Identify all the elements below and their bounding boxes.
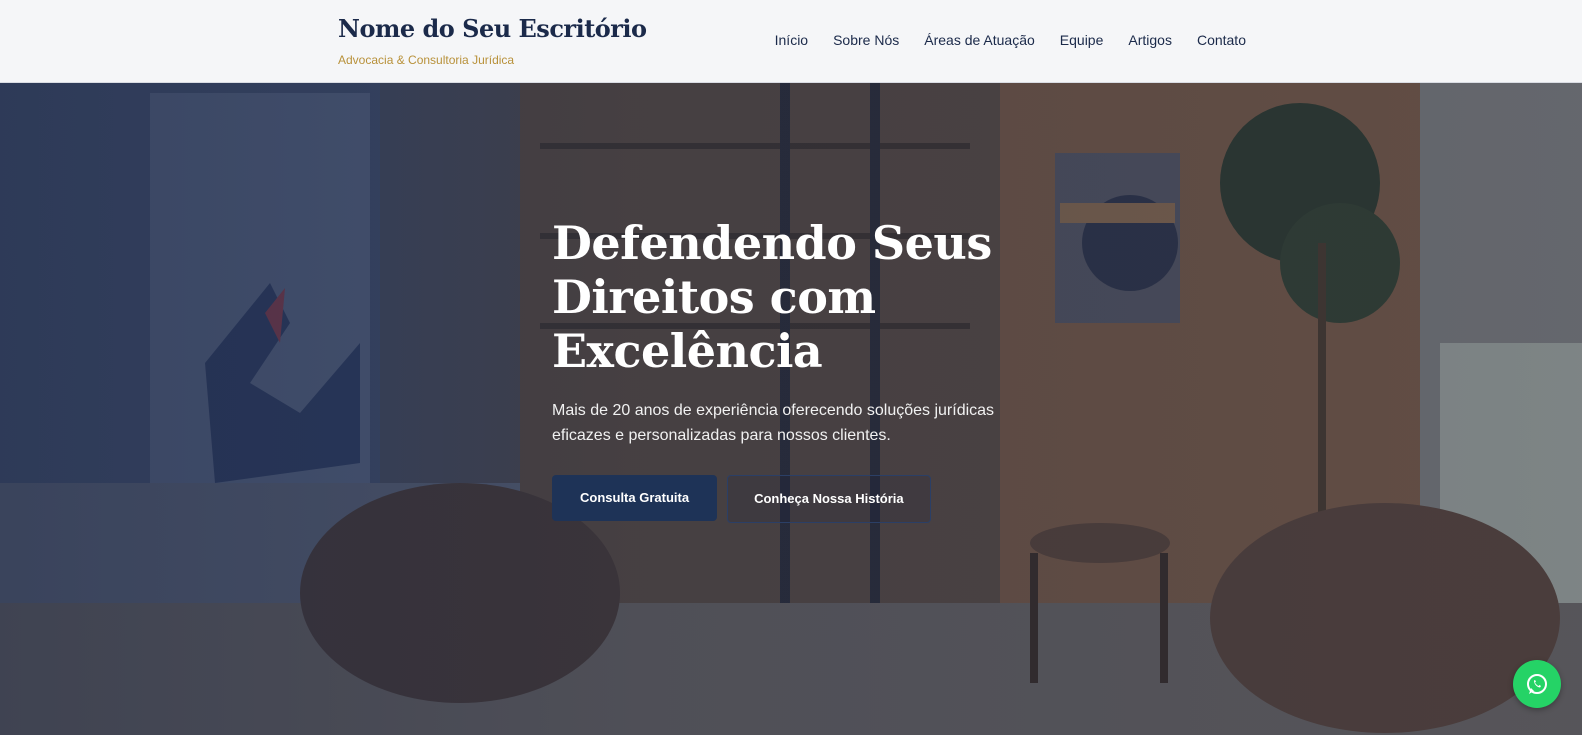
- our-history-button[interactable]: Conheça Nossa História: [727, 475, 931, 523]
- nav-artigos[interactable]: Artigos: [1128, 32, 1172, 48]
- nav-contato[interactable]: Contato: [1197, 32, 1246, 48]
- whatsapp-icon: [1527, 674, 1547, 694]
- brand-name[interactable]: Nome do Seu Escritório: [338, 14, 647, 43]
- nav-sobre-nos[interactable]: Sobre Nós: [833, 32, 899, 48]
- nav-equipe[interactable]: Equipe: [1060, 32, 1104, 48]
- free-consultation-button[interactable]: Consulta Gratuita: [552, 475, 718, 521]
- hero-title-line-3: Excelência: [552, 324, 823, 378]
- main-nav: Início Sobre Nós Áreas de Atuação Equipe…: [750, 32, 1246, 48]
- whatsapp-button[interactable]: [1513, 660, 1561, 708]
- brand-tagline: Advocacia & Consultoria Jurídica: [338, 53, 515, 67]
- site-header: Nome do Seu Escritório Advocacia & Consu…: [0, 0, 1582, 83]
- hero-title-line-2: Direitos com: [552, 270, 876, 324]
- hero-title-line-1: Defendendo Seus: [552, 216, 992, 270]
- hero-buttons: Consulta Gratuita Conheça Nossa História: [552, 475, 1072, 523]
- hero-content: Defendendo Seus Direitos com Excelência …: [552, 216, 1072, 523]
- brand[interactable]: Nome do Seu Escritório Advocacia & Consu…: [338, 14, 647, 67]
- nav-inicio[interactable]: Início: [775, 32, 808, 48]
- hero-subtitle: Mais de 20 anos de experiência oferecend…: [552, 402, 995, 444]
- nav-areas-de-atuacao[interactable]: Áreas de Atuação: [924, 32, 1035, 48]
- hero-title: Defendendo Seus Direitos com Excelência: [552, 216, 1072, 378]
- hero-section: Defendendo Seus Direitos com Excelência …: [0, 83, 1582, 735]
